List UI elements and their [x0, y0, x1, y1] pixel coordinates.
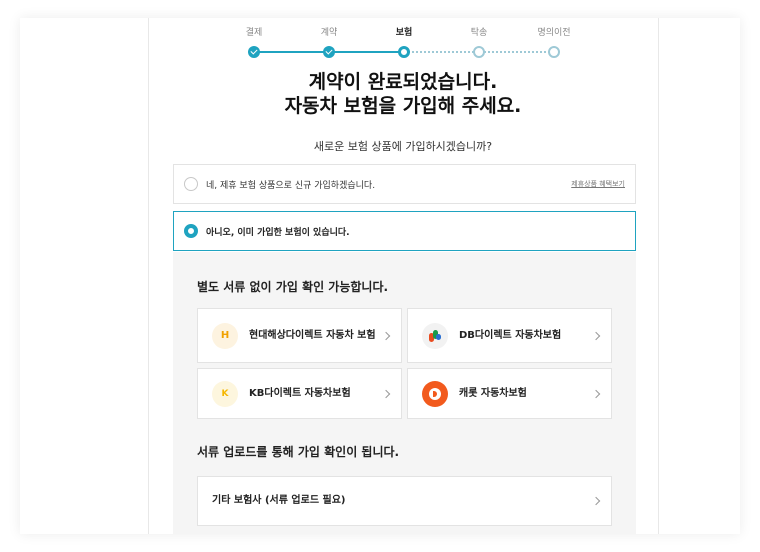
content-border-right: [658, 18, 659, 534]
step-label: 보험: [395, 28, 413, 38]
carrot-logo-icon: [422, 380, 448, 407]
question-text: 새로운 보험 상품에 가입하시겠습니까?: [313, 140, 493, 153]
step-pending-icon: [473, 46, 485, 58]
step-label: 명의이전: [537, 28, 571, 38]
kb-logo-icon: K: [212, 380, 238, 407]
title-line-1: 계약이 완료되었습니다.: [308, 71, 498, 93]
insurer-card-hyundai[interactable]: H 현대해상다이렉트 자동차 보험: [197, 308, 402, 363]
insurer-card-carrot[interactable]: 캐롯 자동차보험: [407, 368, 612, 419]
chevron-right-icon: [381, 331, 391, 340]
chevron-right-icon: [591, 331, 601, 340]
step-payment: 결제: [224, 26, 284, 58]
chevron-right-icon: [591, 496, 601, 506]
step-done-check-icon: [323, 46, 335, 58]
insurer-card-db[interactable]: DB다이렉트 자동차보험: [407, 308, 612, 363]
step-label: 탁송: [470, 28, 488, 38]
page-title: 계약이 완료되었습니다. 자동차 보험을 가입해 주세요.: [148, 70, 658, 118]
chevron-right-icon: [591, 389, 601, 398]
section-title-no-documents: 별도 서류 없이 가입 확인 가능합니다.: [197, 280, 389, 294]
option-new-insurance[interactable]: 네, 제휴 보험 상품으로 신규 가입하겠습니다. 제휴상품 혜택보기: [173, 164, 636, 204]
existing-insurance-panel: 별도 서류 없이 가입 확인 가능합니다. H 현대해상다이렉트 자동차 보험 …: [173, 252, 636, 534]
db-logo-icon: [422, 322, 448, 349]
insurer-name: DB다이렉트 자동차보험: [459, 329, 562, 341]
hyundai-logo-icon: H: [212, 322, 238, 349]
radio-checked-icon[interactable]: [184, 224, 198, 238]
option-label: 아니오, 이미 가입한 보험이 있습니다.: [206, 227, 350, 238]
chevron-right-icon: [381, 389, 391, 398]
other-insurer-button[interactable]: 기타 보험사 (서류 업로드 필요): [197, 476, 612, 526]
section-title-upload: 서류 업로드를 통해 가입 확인이 됩니다.: [197, 445, 400, 459]
insurer-name: 캐롯 자동차보험: [459, 387, 527, 399]
page-card: 결제 계약 보험 탁송 명의이전 계약이 완료되었습니다. 자동차 보험을 가입…: [20, 18, 740, 534]
insurer-card-kb[interactable]: K KB다이렉트 자동차보험: [197, 368, 402, 419]
step-done-check-icon: [248, 46, 260, 58]
title-line-2: 자동차 보험을 가입해 주세요.: [284, 95, 522, 117]
insurer-name: 현대해상다이렉트 자동차 보험: [249, 329, 376, 341]
step-current-icon: [398, 46, 410, 58]
option-label: 네, 제휴 보험 상품으로 신규 가입하겠습니다.: [206, 180, 376, 191]
step-contract: 계약: [299, 26, 359, 58]
other-insurer-label: 기타 보험사 (서류 업로드 필요): [212, 495, 346, 506]
step-transfer: 명의이전: [524, 26, 584, 58]
radio-unchecked-icon[interactable]: [184, 177, 198, 191]
step-delivery: 탁송: [449, 26, 509, 58]
progress-stepper: 결제 계약 보험 탁송 명의이전: [234, 26, 574, 66]
step-label: 결제: [245, 28, 263, 38]
step-pending-icon: [548, 46, 560, 58]
option-existing-insurance[interactable]: 아니오, 이미 가입한 보험이 있습니다.: [173, 211, 636, 251]
step-insurance: 보험: [374, 26, 434, 58]
partner-benefits-link[interactable]: 제휴상품 혜택보기: [571, 179, 625, 189]
insurer-name: KB다이렉트 자동차보험: [249, 387, 351, 399]
step-label: 계약: [320, 28, 338, 38]
